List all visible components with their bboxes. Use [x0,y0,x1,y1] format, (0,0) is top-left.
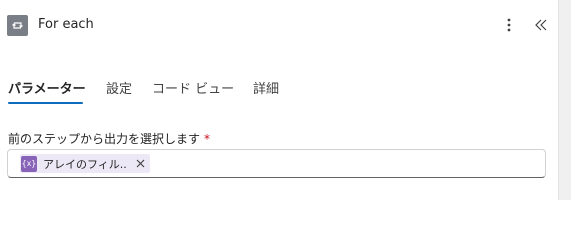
tab-code-view[interactable]: コード ビュー [152,78,234,97]
selected-tab-indicator [8,102,83,104]
field-label: 前のステップから出力を選択します * [8,130,210,147]
tab-parameters[interactable]: パラメーター [8,78,86,97]
panel-scrollbar[interactable] [558,0,571,200]
tab-details[interactable]: 詳細 [253,78,279,97]
tab-settings[interactable]: 設定 [106,78,132,97]
select-output-input[interactable]: {x} アレイのフィル... [7,149,546,178]
field-label-text: 前のステップから出力を選択します [8,132,201,146]
double-chevron-left-icon [535,19,547,31]
action-title: For each [38,17,94,32]
more-options-button[interactable] [500,15,518,35]
loop-icon [7,15,28,36]
token-label: アレイのフィル... [43,157,127,171]
more-vertical-icon [507,18,511,32]
required-marker: * [204,132,211,146]
dynamic-content-token[interactable]: {x} アレイのフィル... [20,154,150,173]
expression-icon: {x} [21,155,37,172]
close-icon [136,159,144,168]
remove-token-button[interactable] [134,158,146,170]
panel-header: For each [0,0,558,52]
collapse-panel-button[interactable] [531,15,551,35]
